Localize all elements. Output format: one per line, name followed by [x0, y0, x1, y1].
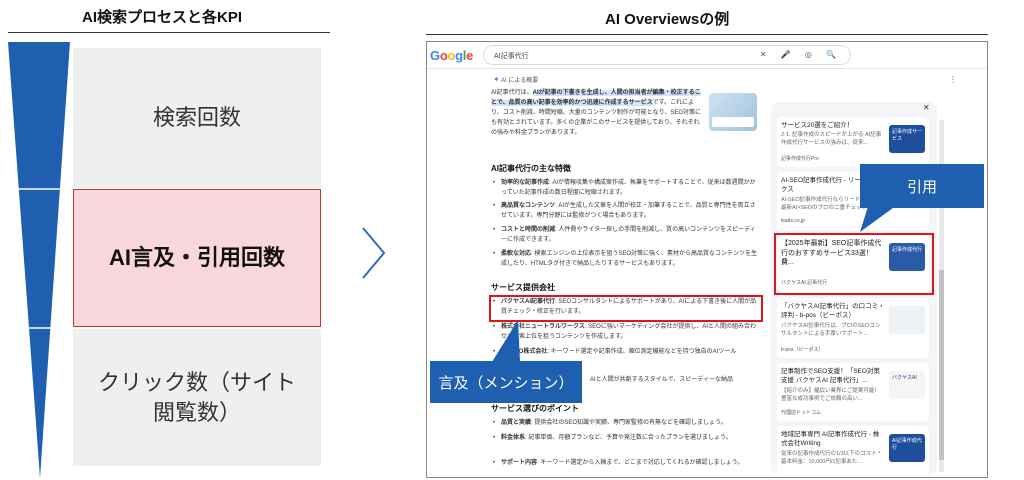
point-item-3: サポート内容: キーワード選定から入稿まで、どこまで対応してくれるか確認しましょ… [493, 459, 761, 469]
source-card-5-site: 代理店ドットコム [781, 410, 822, 416]
source-card-5-snippet: 【紹介のみ】幅広い業界にご提案可能！ 豊富な成功事例でご依頼の高い... [781, 388, 880, 402]
funnel-stage-3-label-line1: クリック数（サイト [97, 369, 296, 395]
source-card-1-thumbnail: 記事作成サービス [889, 125, 925, 153]
provider-item-4: AIと人間が共創するスタイルで、スピーディーな納品 [590, 377, 734, 383]
source-card-2-site: leadx.co.jp [781, 218, 805, 224]
mention-callout-label: 言及（メンション） [438, 374, 574, 392]
funnel-shape [8, 42, 70, 478]
feature-item-1: 効率的な記事作成: AIが情報収集や構成案作成、執筆をサポートすることで、従来は… [493, 179, 761, 198]
source-card-4-snippet: バクヤスAI記事代行は、プロのSEOコンサルタントによる手厚いサポート... [781, 323, 881, 337]
source-card-1[interactable]: サービス20選をご紹介！ 2-1. 記事作成のスピードが上がる AI記事作成代行… [777, 117, 929, 167]
intro-thumbnail-image[interactable] [709, 93, 757, 131]
section-points-heading: サービス選びのポイント [491, 404, 579, 413]
funnel-stage-ai-mention: AI言及・引用回数 [73, 189, 321, 327]
more-vert-icon[interactable]: ⋮ [949, 75, 957, 84]
funnel-stage-3-label-line2: 閲覧数） [152, 399, 241, 425]
ai-overview-label: ✦ AI による概要 [493, 75, 539, 84]
mention-callout: 言及（メンション） [430, 361, 582, 403]
feature-item-2: 高品質なコンテンツ: AIが生成した文章を人間が校正・加筆することで、品質と専門… [493, 202, 761, 221]
close-icon[interactable]: ✕ [923, 103, 930, 112]
chevron-right-icon [362, 227, 386, 279]
mention-callout-pointer [492, 320, 520, 362]
funnel-stage-2-label: AI言及・引用回数 [108, 245, 285, 271]
ai-overview-intro: AI記事代行は、AIが記事の下書きを生成し、人間の担当者が編集・校正することで、… [491, 90, 702, 136]
source-card-5-title: 記事制作でSEO支援！「SEO対策支援 バクヤスAI 記事代行」... [781, 368, 880, 384]
source-card-1-snippet: 2-1. 記事作成のスピードが上がる AI記事作成代行サービスの強みは、従来..… [781, 132, 882, 146]
provider-item-2: 株式会社ニュートラルワークス: SEOに強いマーケティング会社が提供し、AIと人… [493, 323, 761, 342]
source-card-1-site: 記事作成代行Pro [781, 156, 819, 162]
funnel-stage-1-label: 検索回数 [152, 105, 241, 131]
sparkle-icon: ✦ [493, 75, 500, 84]
point-item-1: 品質と実績: 提供会社のSEO知識や実績、専門家監修の有無などを確認しましょう。 [493, 419, 761, 429]
cite-callout: 引用 [860, 164, 984, 208]
google-logo: Google [430, 48, 474, 63]
panel-scrollbar-thumb [939, 270, 944, 460]
source-card-1-title: サービス20選をご紹介！ [781, 122, 854, 129]
source-card-4-title: 「バクヤスAI記事代行」の口コミ・評判 - b-pos（ビーポス） [781, 303, 885, 319]
mention-highlight-frame [489, 295, 763, 322]
right-title-rule [426, 34, 988, 35]
section-features-heading: AI記事代行の主な特徴 [491, 164, 571, 173]
funnel-stage-search-count: 検索回数 [73, 48, 321, 188]
search-input[interactable]: AI記事代行 ✕ 🎤 ◎ 🔍 [483, 45, 851, 65]
source-card-6-thumbnail: AI記事作成代行 [889, 434, 925, 462]
source-card-4[interactable]: 「バクヤスAI記事代行」の口コミ・評判 - b-pos（ビーポス） バクヤスAI… [777, 298, 929, 358]
ai-overviews-screenshot: Google AI記事代行 ✕ 🎤 ◎ 🔍 ✦ AI による概要 ⋮ AI記事代… [426, 41, 988, 478]
provider-item-3: CROCO株式会社: キーワード選定や記事作成、順位測定機能などを持つ独自のAI… [493, 348, 761, 358]
left-title-rule [8, 32, 330, 33]
source-card-6-snippet: 従来の記事作成代行の1/3以下のコスト * 基本料金：10,000円/1記事あた… [781, 451, 881, 465]
section-providers-heading: サービス提供会社 [491, 283, 555, 292]
source-card-4-thumbnail [889, 306, 925, 334]
citation-highlight-frame [774, 233, 934, 295]
header-divider [427, 68, 987, 69]
source-card-6[interactable]: 地域記事専門 AI記事作成代行 - 株式会社Writing 従来の記事作成代行の… [777, 426, 929, 476]
feature-item-4: 柔軟な対応: 検索エンジンの上位表示を狙うSEO対策に強く、素材から高品質なコン… [493, 250, 761, 269]
source-card-4-site: b-pos（ビーポス） [781, 347, 824, 353]
source-card-6-title: 地域記事専門 AI記事作成代行 - 株式会社Writing [781, 431, 880, 447]
feature-item-3: コストと時間の削減: 人件費やライター探しの手間を削減し、質の高いコンテンツをス… [493, 226, 761, 245]
right-section-title: AI Overviewsの例 [605, 11, 730, 28]
search-icons[interactable]: ✕ 🎤 ◎ 🔍 [760, 50, 842, 59]
funnel-stage-clicks: クリック数（サイト 閲覧数） [73, 329, 321, 466]
source-card-5-thumbnail: バクヤスAI [889, 371, 925, 399]
left-section-title: AI検索プロセスと各KPI [82, 9, 243, 26]
search-query: AI記事代行 [494, 53, 529, 60]
cite-callout-label: 引用 [906, 178, 937, 196]
funnel-triangle [8, 42, 70, 478]
point-item-2: 料金体系: 記事単価、月額プランなど、予算や発注数に合ったプランを選びましょう。 [493, 434, 761, 444]
source-card-5[interactable]: 記事制作でSEO支援！「SEO対策支援 バクヤスAI 記事代行」... 【紹介の… [777, 363, 929, 421]
